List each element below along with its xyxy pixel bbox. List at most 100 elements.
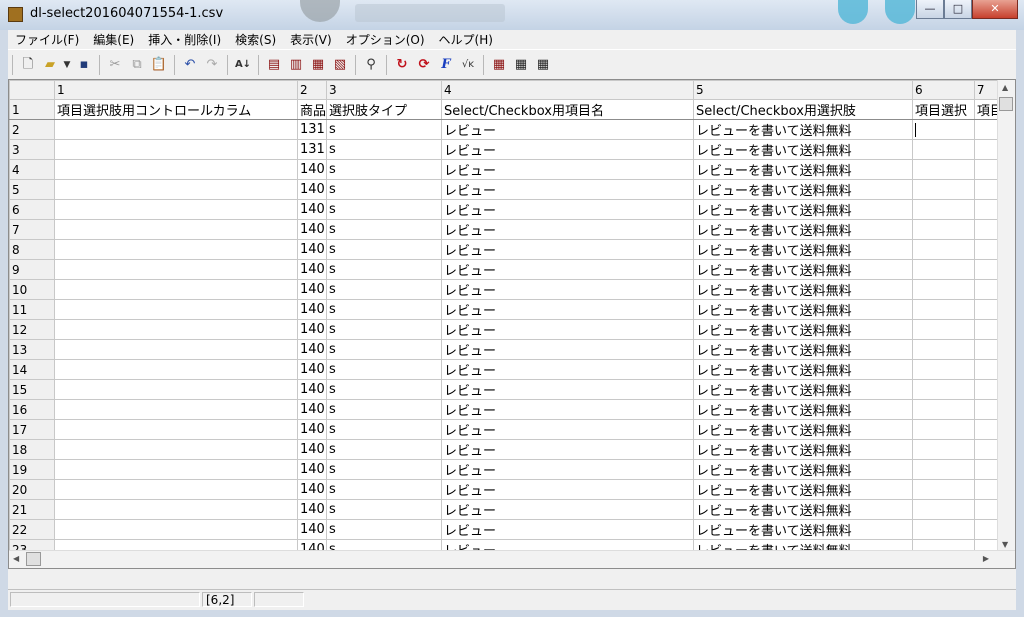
column-header[interactable]: 3	[325, 80, 442, 100]
cell[interactable]: レビューを書いて送料無料	[692, 379, 913, 400]
cell[interactable]	[911, 239, 975, 260]
cell[interactable]	[53, 179, 298, 200]
cell[interactable]: レビューを書いて送料無料	[692, 439, 913, 460]
cell[interactable]: 140	[296, 199, 327, 220]
open-folder-icon[interactable]: ▰	[40, 55, 60, 75]
maximize-button[interactable]: □	[944, 0, 972, 19]
cell[interactable]	[53, 419, 298, 440]
cell[interactable]	[53, 519, 298, 540]
row-header[interactable]: 12	[9, 319, 55, 340]
cell[interactable]: レビュー	[440, 399, 694, 420]
cell[interactable]: s	[325, 159, 442, 180]
cut-icon[interactable]: ✂	[105, 55, 125, 75]
menu-insert-delete[interactable]: 挿入・削除(I)	[141, 31, 228, 48]
cell[interactable]	[53, 199, 298, 220]
cell[interactable]: レビューを書いて送料無料	[692, 519, 913, 540]
cell[interactable]	[911, 219, 975, 240]
redo-icon[interactable]: ↷	[202, 55, 222, 75]
row-header[interactable]: 9	[9, 259, 55, 280]
column-header[interactable]: 5	[692, 80, 913, 100]
cell[interactable]: 140	[296, 359, 327, 380]
cell[interactable]: レビュー	[440, 339, 694, 360]
cell[interactable]	[53, 359, 298, 380]
cell[interactable]	[911, 459, 975, 480]
scroll-down-icon[interactable]: ▼	[1002, 540, 1008, 549]
row-header[interactable]: 6	[9, 199, 55, 220]
cell[interactable]	[911, 419, 975, 440]
cell[interactable]	[53, 159, 298, 180]
cell[interactable]	[53, 499, 298, 520]
row-header[interactable]: 8	[9, 239, 55, 260]
cell[interactable]: 140	[296, 399, 327, 420]
active-cell[interactable]	[911, 119, 975, 140]
row-header[interactable]: 4	[9, 159, 55, 180]
cell[interactable]: s	[325, 359, 442, 380]
cell[interactable]	[911, 319, 975, 340]
column-header[interactable]: 4	[440, 80, 694, 100]
cell[interactable]: レビューを書いて送料無料	[692, 459, 913, 480]
cell[interactable]: レビュー	[440, 299, 694, 320]
cell[interactable]: レビューを書いて送料無料	[692, 319, 913, 340]
cell[interactable]: 商品	[296, 99, 327, 120]
cell[interactable]: レビューを書いて送料無料	[692, 199, 913, 220]
minimize-button[interactable]: —	[916, 0, 944, 19]
cell[interactable]: 140	[296, 319, 327, 340]
cell[interactable]: 140	[296, 519, 327, 540]
cell[interactable]: レビューを書いて送料無料	[692, 139, 913, 160]
cell[interactable]	[911, 499, 975, 520]
cell[interactable]: 140	[296, 219, 327, 240]
row-header[interactable]: 10	[9, 279, 55, 300]
cell[interactable]	[911, 439, 975, 460]
cell[interactable]: s	[325, 339, 442, 360]
scroll-up-icon[interactable]: ▲	[1002, 83, 1008, 92]
find-icon[interactable]: ⚲	[361, 55, 381, 75]
cell[interactable]: レビュー	[440, 439, 694, 460]
cell[interactable]: レビュー	[440, 179, 694, 200]
grid-view-2-icon[interactable]: ▦	[511, 55, 531, 75]
cell[interactable]	[53, 299, 298, 320]
cell[interactable]: Select/Checkbox用選択肢	[692, 99, 913, 120]
scroll-left-icon[interactable]: ◀	[13, 554, 19, 563]
cell[interactable]	[53, 259, 298, 280]
cell[interactable]	[911, 179, 975, 200]
cell[interactable]: レビュー	[440, 459, 694, 480]
cell[interactable]: 140	[296, 439, 327, 460]
row-header[interactable]: 7	[9, 219, 55, 240]
cell[interactable]	[911, 139, 975, 160]
cell[interactable]: s	[325, 319, 442, 340]
cell[interactable]: s	[325, 499, 442, 520]
calculate-icon[interactable]: √ĸ	[458, 55, 478, 75]
cell[interactable]: 項目選択肢用コントロールカラム	[53, 99, 298, 120]
cell[interactable]	[53, 399, 298, 420]
cell[interactable]: s	[325, 119, 442, 140]
cell[interactable]: レビューを書いて送料無料	[692, 419, 913, 440]
cell[interactable]: 140	[296, 419, 327, 440]
cell[interactable]	[911, 479, 975, 500]
cell[interactable]: s	[325, 379, 442, 400]
cell[interactable]: 140	[296, 259, 327, 280]
row-header[interactable]: 11	[9, 299, 55, 320]
cell[interactable]: レビューを書いて送料無料	[692, 279, 913, 300]
cell[interactable]: s	[325, 219, 442, 240]
cell[interactable]: 項目選択	[911, 99, 975, 120]
cell[interactable]: 選択肢タイプ	[325, 99, 442, 120]
insert-column-icon[interactable]: ▥	[286, 55, 306, 75]
cell[interactable]: レビュー	[440, 359, 694, 380]
cell[interactable]: レビュー	[440, 319, 694, 340]
menu-options[interactable]: オプション(O)	[339, 31, 432, 48]
cell[interactable]: レビューを書いて送料無料	[692, 219, 913, 240]
cell[interactable]: s	[325, 439, 442, 460]
close-button[interactable]: ✕	[972, 0, 1018, 19]
row-header[interactable]: 21	[9, 499, 55, 520]
grid-view-1-icon[interactable]: ▦	[489, 55, 509, 75]
cell[interactable]: レビューを書いて送料無料	[692, 399, 913, 420]
cell[interactable]: 131	[296, 119, 327, 140]
copy-icon[interactable]: ⧉	[127, 55, 147, 75]
paste-icon[interactable]: 📋	[149, 55, 169, 75]
horizontal-scrollbar[interactable]: ◀ ▶	[9, 550, 1015, 568]
cell[interactable]: レビューを書いて送料無料	[692, 179, 913, 200]
row-header[interactable]: 17	[9, 419, 55, 440]
grid-view-3-icon[interactable]: ▦	[533, 55, 553, 75]
cell[interactable]: s	[325, 259, 442, 280]
font-icon[interactable]: F	[436, 55, 456, 75]
